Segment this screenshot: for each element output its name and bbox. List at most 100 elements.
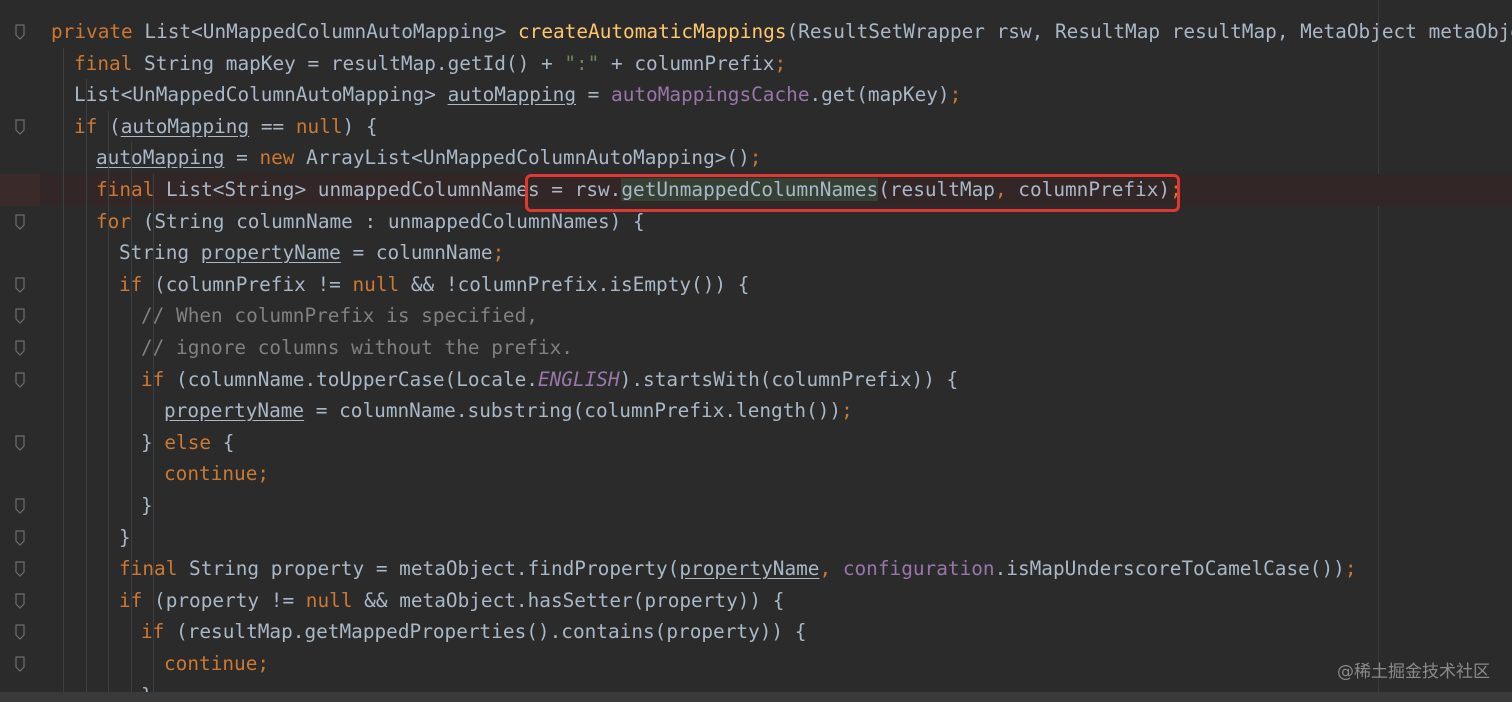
code-token: String mapKey = resultMap.getId() + bbox=[144, 51, 565, 75]
watermark: @稀土掘金技术社区 bbox=[1337, 662, 1490, 682]
code-line[interactable]: } else { bbox=[0, 427, 1512, 459]
indent-guide bbox=[63, 47, 64, 702]
code-token: autoMapping bbox=[96, 146, 225, 170]
code-line-text: final String mapKey = resultMap.getId() … bbox=[74, 48, 786, 80]
code-token: ; bbox=[1344, 557, 1357, 581]
code-token: .get(mapKey) bbox=[809, 83, 950, 107]
code-line[interactable]: if (property != null && metaObject.hasSe… bbox=[0, 585, 1512, 617]
code-token: null bbox=[352, 272, 411, 296]
code-line-text: if (columnName.toUpperCase(Locale.ENGLIS… bbox=[141, 364, 958, 396]
code-token: continue; bbox=[164, 462, 270, 486]
code-line[interactable]: continue; bbox=[0, 648, 1512, 680]
code-line[interactable]: // When columnPrefix is specified, bbox=[0, 300, 1512, 332]
code-token: ENGLISH bbox=[537, 367, 620, 391]
code-line-text: final String property = metaObject.findP… bbox=[119, 553, 1357, 585]
code-token: null bbox=[295, 114, 343, 138]
code-token: (ResultSetWrapper rsw, ResultMap resultM… bbox=[786, 20, 1512, 43]
code-line[interactable]: if (autoMapping == null) { bbox=[0, 111, 1512, 143]
code-token: for bbox=[96, 209, 143, 233]
code-line[interactable]: } bbox=[0, 522, 1512, 554]
code-token: { bbox=[222, 430, 235, 454]
code-line-text: if (property != null && metaObject.hasSe… bbox=[119, 585, 784, 617]
code-line[interactable]: continue; bbox=[0, 458, 1512, 490]
code-line[interactable]: if (resultMap.getMappedProperties().cont… bbox=[0, 616, 1512, 648]
code-token: ; bbox=[492, 241, 505, 265]
code-token: if bbox=[141, 620, 177, 644]
horizontal-scrollbar[interactable] bbox=[0, 692, 1512, 702]
code-token: && !columnPrefix.isEmpty()) { bbox=[410, 272, 750, 296]
code-token: autoMapping bbox=[120, 114, 250, 138]
code-token: ).startsWith(columnPrefix)) { bbox=[619, 367, 959, 391]
code-token: // When columnPrefix is specified, bbox=[141, 304, 538, 328]
code-line-text: if (autoMapping == null) { bbox=[74, 111, 378, 143]
code-line-text: // ignore columns without the prefix. bbox=[141, 332, 573, 364]
code-line[interactable]: if (columnPrefix != null && !columnPrefi… bbox=[0, 269, 1512, 301]
code-token: else bbox=[164, 430, 223, 454]
code-line[interactable]: } bbox=[0, 490, 1512, 522]
code-line-text: autoMapping = new ArrayList<UnMappedColu… bbox=[96, 142, 761, 174]
code-line-text: } else { bbox=[141, 427, 234, 459]
code-token: ( bbox=[109, 114, 121, 138]
code-token: ; bbox=[749, 146, 762, 170]
code-token: (String columnName : unmappedColumnNames… bbox=[142, 209, 645, 233]
code-line-text: } bbox=[119, 522, 131, 554]
code-token: (property != bbox=[154, 588, 306, 612]
code-line-text: continue; bbox=[164, 458, 269, 490]
code-token: , bbox=[819, 557, 843, 581]
code-token: ":" bbox=[564, 51, 600, 75]
code-line[interactable]: if (columnName.toUpperCase(Locale.ENGLIS… bbox=[0, 364, 1512, 396]
code-token: (columnPrefix != bbox=[154, 272, 353, 296]
indent-guide bbox=[86, 79, 87, 702]
code-token: createAutomaticMappings bbox=[517, 20, 787, 43]
code-line[interactable]: propertyName = columnName.substring(colu… bbox=[0, 395, 1512, 427]
code-line[interactable]: private List<UnMappedColumnAutoMapping> … bbox=[0, 16, 1512, 48]
code-token: == bbox=[249, 114, 296, 138]
code-token: List<UnMappedColumnAutoMapping> bbox=[74, 83, 448, 107]
code-token: = columnName bbox=[340, 241, 493, 265]
code-token: if bbox=[74, 114, 110, 138]
code-token: (resultMap.getMappedProperties().contain… bbox=[176, 620, 807, 644]
code-token: propertyName bbox=[164, 399, 305, 423]
code-line[interactable]: // ignore columns without the prefix. bbox=[0, 332, 1512, 364]
code-token: List<UnMappedColumnAutoMapping> bbox=[144, 20, 518, 43]
code-editor[interactable]: private List<UnMappedColumnAutoMapping> … bbox=[0, 0, 1512, 702]
code-line[interactable]: List<UnMappedColumnAutoMapping> autoMapp… bbox=[0, 79, 1512, 111]
code-line[interactable]: final String mapKey = resultMap.getId() … bbox=[0, 48, 1512, 80]
code-token: (columnName.toUpperCase(Locale. bbox=[176, 367, 538, 391]
code-token: propertyName bbox=[200, 241, 341, 265]
code-token: ; bbox=[774, 51, 787, 75]
code-line-text: if (resultMap.getMappedProperties().cont… bbox=[141, 616, 806, 648]
code-line-text: propertyName = columnName.substring(colu… bbox=[164, 395, 853, 427]
indent-guide bbox=[153, 174, 154, 702]
highlight-annotation-box bbox=[525, 174, 1180, 212]
code-token: String property = metaObject.findPropert… bbox=[189, 557, 680, 581]
code-line[interactable]: final String property = metaObject.findP… bbox=[0, 553, 1512, 585]
indent-guide bbox=[108, 110, 109, 702]
code-token: && metaObject.hasSetter(property)) { bbox=[364, 588, 785, 612]
code-token: = bbox=[576, 83, 612, 107]
code-token: ) { bbox=[342, 114, 378, 138]
code-token: ; bbox=[841, 399, 853, 423]
code-token: continue; bbox=[164, 652, 270, 675]
code-line-text: if (columnPrefix != null && !columnPrefi… bbox=[119, 269, 749, 301]
code-token: ; bbox=[949, 83, 962, 107]
code-token: autoMapping bbox=[447, 83, 576, 107]
code-token: if bbox=[119, 272, 155, 296]
code-token: ArrayList<UnMappedColumnAutoMapping>() bbox=[306, 146, 750, 170]
code-token: propertyName bbox=[679, 557, 820, 581]
code-token: if bbox=[119, 588, 155, 612]
code-token: = columnName.substring(columnPrefix.leng… bbox=[304, 399, 842, 423]
code-line-text: continue; bbox=[164, 648, 269, 680]
code-token: + columnPrefix bbox=[599, 51, 775, 75]
code-token: } bbox=[141, 494, 153, 517]
code-token: private bbox=[51, 20, 145, 43]
code-line-text: } bbox=[141, 490, 153, 522]
indent-guide bbox=[131, 142, 132, 702]
code-line-text: // When columnPrefix is specified, bbox=[141, 300, 538, 332]
code-token: if bbox=[141, 367, 177, 391]
code-token: autoMappingsCache bbox=[611, 83, 810, 107]
code-line[interactable]: autoMapping = new ArrayList<UnMappedColu… bbox=[0, 142, 1512, 174]
code-line[interactable]: String propertyName = columnName; bbox=[0, 237, 1512, 269]
code-token: final bbox=[74, 51, 145, 75]
code-line-text: private List<UnMappedColumnAutoMapping> … bbox=[51, 16, 1512, 48]
